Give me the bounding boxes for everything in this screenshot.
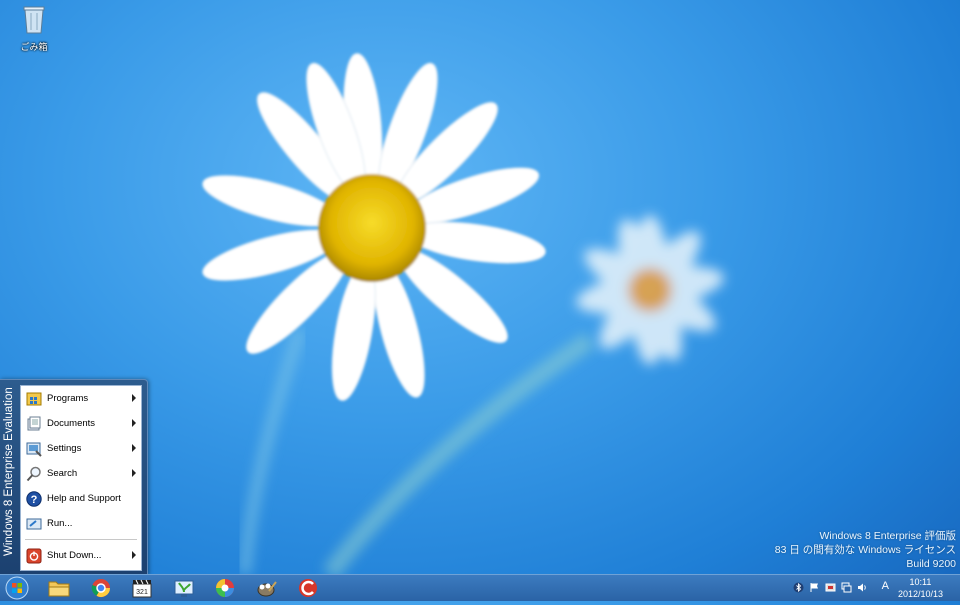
recycle-bin-icon bbox=[23, 6, 45, 34]
taskbar-clock[interactable]: 10:11 2012/10/13 bbox=[898, 576, 943, 600]
color-wheel-icon bbox=[216, 579, 234, 597]
programs-icon bbox=[25, 390, 43, 408]
menu-item-label: Settings bbox=[47, 443, 82, 454]
run-icon bbox=[25, 515, 43, 533]
menu-item-help-and-support[interactable]: ? Help and Support bbox=[21, 486, 141, 511]
help-icon: ? bbox=[25, 490, 43, 508]
submenu-arrow-icon bbox=[132, 551, 136, 559]
file-explorer-icon bbox=[48, 581, 70, 597]
bluetooth-icon[interactable] bbox=[793, 582, 804, 593]
menu-separator bbox=[25, 539, 137, 540]
windows-orb-icon bbox=[5, 576, 29, 600]
menu-item-run[interactable]: Run... bbox=[21, 511, 141, 536]
volume-icon[interactable] bbox=[857, 582, 868, 593]
taskbar: 321 A 10:11 2012/10/13 bbox=[0, 574, 960, 601]
media-clapper-icon: 321 bbox=[132, 579, 152, 598]
menu-item-documents[interactable]: Documents bbox=[21, 411, 141, 436]
gimp-icon bbox=[257, 581, 277, 597]
start-menu-banner: Windows 8 Enterprise Evaluation bbox=[0, 380, 20, 574]
submenu-arrow-icon bbox=[132, 419, 136, 427]
menu-item-label: Run... bbox=[47, 518, 73, 529]
submenu-arrow-icon bbox=[132, 469, 136, 477]
start-menu-list: Programs Documents Settings Search ? Hel… bbox=[20, 385, 142, 571]
menu-item-search[interactable]: Search bbox=[21, 461, 141, 486]
desktop-icon-label: ごみ箱 bbox=[20, 42, 48, 52]
shutdown-icon bbox=[25, 547, 43, 565]
removable-device-icon[interactable] bbox=[825, 582, 836, 593]
watermark-build: Build 9200 bbox=[906, 558, 956, 570]
svg-text:321: 321 bbox=[136, 589, 148, 596]
start-menu: Windows 8 Enterprise Evaluation Programs… bbox=[0, 379, 148, 575]
menu-item-settings[interactable]: Settings bbox=[21, 436, 141, 461]
menu-item-label: Help and Support bbox=[47, 493, 121, 504]
action-center-flag-icon[interactable] bbox=[809, 582, 820, 593]
menu-item-label: Documents bbox=[47, 418, 96, 429]
submenu-arrow-icon bbox=[132, 444, 136, 452]
taskbar-file-explorer[interactable] bbox=[45, 576, 73, 600]
clock-date: 2012/10/13 bbox=[897, 589, 943, 599]
taskbar-gimp[interactable] bbox=[252, 576, 280, 600]
desktop-icon-recycle-bin[interactable]: ごみ箱 bbox=[14, 4, 54, 53]
network-plant-icon bbox=[174, 580, 194, 597]
taskbar-color-app[interactable] bbox=[211, 576, 239, 600]
menu-item-label: Programs bbox=[47, 393, 89, 404]
documents-icon bbox=[25, 415, 43, 433]
submenu-arrow-icon bbox=[132, 394, 136, 402]
taskbar-media-app[interactable]: 321 bbox=[128, 576, 156, 600]
start-menu-banner-text: Windows 8 Enterprise Evaluation bbox=[3, 387, 15, 556]
watermark-license: 83 日 の間有効な Windows ライセンス bbox=[774, 544, 956, 556]
chrome-icon bbox=[91, 579, 110, 598]
menu-item-shut-down[interactable]: Shut Down... bbox=[21, 543, 141, 568]
taskbar-ccleaner[interactable] bbox=[294, 576, 322, 600]
network-icon[interactable] bbox=[841, 582, 852, 593]
menu-item-label: Shut Down... bbox=[47, 550, 102, 561]
system-tray: A 10:11 2012/10/13 bbox=[790, 575, 960, 601]
svg-text:?: ? bbox=[31, 494, 38, 506]
evaluation-watermark: Windows 8 Enterprise 評価版 83 日 の間有効な Wind… bbox=[775, 529, 956, 571]
watermark-edition: Windows 8 Enterprise 評価版 bbox=[819, 530, 956, 542]
taskbar-chrome[interactable] bbox=[87, 576, 115, 600]
ccleaner-icon bbox=[299, 579, 317, 597]
taskbar-network-app[interactable] bbox=[170, 576, 198, 600]
settings-icon bbox=[25, 440, 43, 458]
search-icon bbox=[25, 465, 43, 483]
ime-mode-indicator[interactable]: A bbox=[882, 580, 889, 592]
start-button[interactable] bbox=[4, 576, 30, 600]
clock-time: 10:11 bbox=[909, 577, 932, 587]
menu-item-programs[interactable]: Programs bbox=[21, 386, 141, 411]
menu-item-label: Search bbox=[47, 468, 78, 479]
